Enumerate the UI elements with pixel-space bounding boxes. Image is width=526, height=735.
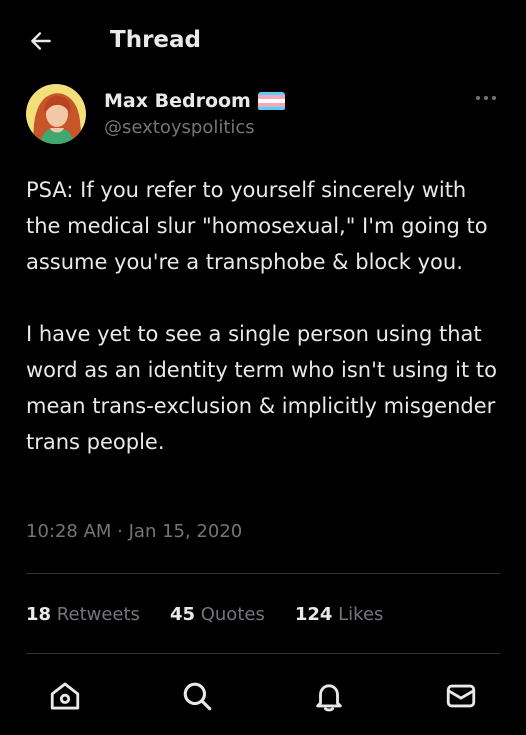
nav-home-button[interactable] [44,675,86,717]
quotes-count: 45 [169,603,195,625]
divider [26,573,500,574]
likes-stat[interactable]: 124 Likes [295,604,384,625]
home-icon [50,682,80,710]
trans-flag-icon [257,91,285,111]
retweets-stat[interactable]: 18 Retweets [26,604,140,625]
retweets-count: 18 [26,603,52,625]
back-button[interactable] [24,24,58,58]
tweet-timestamp[interactable]: 10:28 AM · Jan 15, 2020 [26,519,242,545]
quotes-label: Quotes [200,603,265,625]
page-title: Thread [110,27,201,53]
retweets-label: Retweets [56,603,140,625]
arrow-left-icon [31,32,51,50]
mail-icon [446,684,476,708]
thread-header: Thread [0,0,526,80]
likes-label: Likes [338,603,384,625]
bottom-nav [0,660,526,735]
nav-notifications-button[interactable] [308,675,350,717]
avatar[interactable] [26,84,86,144]
tweet-text: PSA: If you refer to yourself sincerely … [26,178,497,454]
author-handle[interactable]: @sextoyspolitics [104,116,255,140]
more-options-button[interactable] [470,86,502,110]
tweet-author: Max Bedroom @sextoyspolitics [26,84,502,148]
quotes-stat[interactable]: 45 Quotes [170,604,265,625]
likes-count: 124 [294,603,333,625]
nav-messages-button[interactable] [440,675,482,717]
nav-search-button[interactable] [176,675,218,717]
display-name-row[interactable]: Max Bedroom [104,88,285,114]
display-name: Max Bedroom [104,90,251,112]
bell-icon [316,684,342,712]
divider [26,653,500,654]
search-icon [183,682,212,711]
more-options-icon [476,96,496,100]
tweet-stats: 18 Retweets 45 Quotes 124 Likes [26,599,413,629]
